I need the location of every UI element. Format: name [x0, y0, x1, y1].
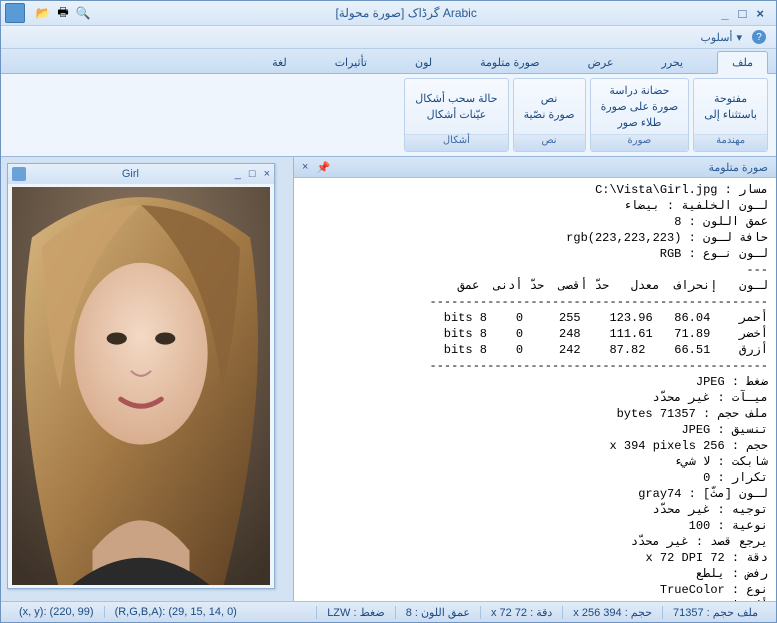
image-subwindow[interactable]: Girl _ □ ×: [7, 163, 275, 589]
status-dims: حجم : 394 x 256: [562, 606, 662, 619]
shape-samples-button[interactable]: عيّنات أشكال: [427, 108, 487, 122]
open-icon[interactable]: 📂: [35, 5, 51, 21]
tab-image-info[interactable]: صورة متلومة: [466, 52, 553, 73]
subwindow-icon: [12, 167, 26, 181]
save-as-button[interactable]: باستثناء إلى: [704, 108, 757, 122]
image-on-image-button[interactable]: صورة على صورة: [601, 100, 679, 114]
group-title-file: مهندمة: [694, 134, 767, 151]
menu-bar: أسلوب ▾ ?: [1, 26, 776, 49]
ribbon: مفتوحة باستثناء إلى مهندمة حضانة دراسة ص…: [1, 74, 776, 157]
window-title: گرڈاک [صورة محولة] Arabic: [91, 6, 721, 20]
group-title-text: نص: [514, 134, 585, 151]
status-res: دقة : 72 x 72: [480, 606, 562, 619]
help-icon[interactable]: ?: [752, 30, 766, 44]
print-icon[interactable]: 🖶: [55, 5, 71, 21]
status-bar: ملف حجم : 71357 حجم : 394 x 256 دقة : 72…: [1, 601, 776, 622]
minimize-button[interactable]: _: [721, 6, 728, 21]
group-title-shapes: أشكال: [405, 134, 507, 151]
text-image-button[interactable]: صورة نصّية: [524, 108, 575, 122]
info-panel-header: صورة متلومة 📌 ×: [294, 157, 776, 178]
ribbon-group-shapes: حالة سحب أشكال عيّنات أشكال أشكال: [404, 78, 508, 152]
status-xy: (x, y): (220, 99): [9, 606, 104, 618]
tab-color[interactable]: لون: [401, 52, 446, 73]
style-dropdown-icon[interactable]: ▾: [736, 31, 742, 44]
tab-edit[interactable]: يحرر: [648, 52, 698, 73]
workspace: Girl _ □ ×: [1, 157, 776, 601]
subwindow-title: Girl: [26, 168, 235, 180]
tab-view[interactable]: عرض: [574, 52, 628, 73]
subwindow-titlebar: Girl _ □ ×: [8, 164, 274, 184]
title-bar: 📂 🖶 🔍 گرڈاک [صورة محولة] Arabic _ □ ×: [1, 1, 776, 26]
ribbon-group-file: مفتوحة باستثناء إلى مهندمة: [693, 78, 768, 152]
open-button[interactable]: مفتوحة: [714, 92, 747, 106]
ribbon-group-text: نص صورة نصّية نص: [513, 78, 586, 152]
paint-images-button[interactable]: طلاء صور: [617, 116, 661, 130]
tab-effects[interactable]: تأثيرات: [321, 52, 381, 73]
info-panel: صورة متلومة 📌 × مسار : C:\Vista\Girl.jpg…: [293, 157, 776, 601]
ribbon-tabs: ملف يحرر عرض صورة متلومة لون تأثيرات لغة: [1, 49, 776, 74]
group-title-image: صورة: [591, 134, 689, 151]
close-button[interactable]: ×: [756, 6, 764, 21]
preview-icon[interactable]: 🔍: [75, 5, 91, 21]
pin-icon[interactable]: 📌: [316, 161, 330, 174]
sub-minimize-button[interactable]: _: [235, 168, 241, 180]
status-rgba: (R,G,B,A): (29, 15, 14, 0): [104, 606, 247, 618]
window-controls: _ □ ×: [721, 6, 772, 21]
panel-close-icon[interactable]: ×: [302, 161, 308, 173]
drag-shapes-button[interactable]: حالة سحب أشكال: [415, 92, 497, 106]
image-content: [12, 187, 270, 585]
tab-language[interactable]: لغة: [258, 52, 301, 73]
text-button[interactable]: نص: [541, 92, 558, 106]
info-panel-body[interactable]: مسار : C:\Vista\Girl.jpg لـون الخلفية : …: [294, 178, 776, 601]
study-button[interactable]: حضانة دراسة: [609, 84, 669, 98]
maximize-button[interactable]: □: [739, 6, 747, 21]
status-filesize: ملف حجم : 71357: [662, 606, 768, 619]
mdi-area: Girl _ □ ×: [1, 157, 293, 601]
status-comp: ضغط : LZW: [316, 606, 395, 619]
quick-access-toolbar: 📂 🖶 🔍: [35, 5, 91, 21]
sub-maximize-button[interactable]: □: [249, 168, 256, 180]
app-icon: [5, 3, 25, 23]
status-depth: عمق اللون : 8: [395, 606, 480, 619]
app-window: 📂 🖶 🔍 گرڈاک [صورة محولة] Arabic _ □ × أس…: [0, 0, 777, 623]
ribbon-group-image: حضانة دراسة صورة على صورة طلاء صور صورة: [590, 78, 690, 152]
sub-close-button[interactable]: ×: [264, 168, 270, 180]
info-panel-title: صورة متلومة: [338, 161, 768, 174]
style-menu[interactable]: أسلوب: [701, 31, 733, 44]
tab-file[interactable]: ملف: [717, 51, 768, 74]
